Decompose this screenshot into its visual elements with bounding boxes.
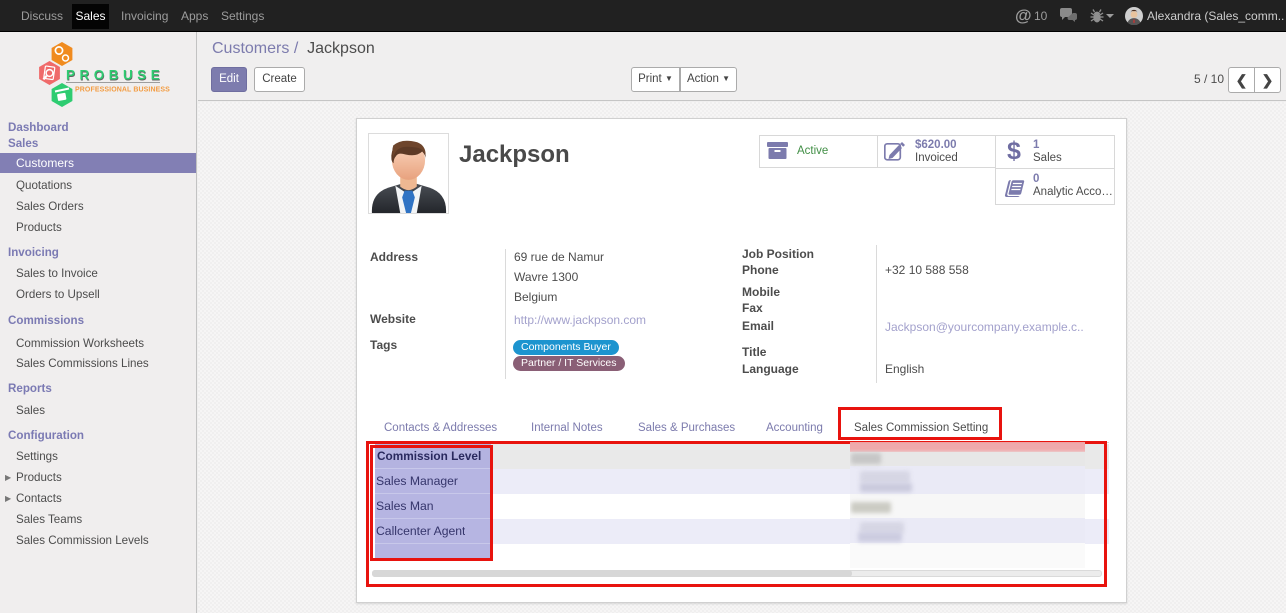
svg-text:PROFESSIONAL BUSINESS: PROFESSIONAL BUSINESS — [75, 87, 170, 94]
svg-text:PROBUSE: PROBUSE — [66, 68, 164, 83]
